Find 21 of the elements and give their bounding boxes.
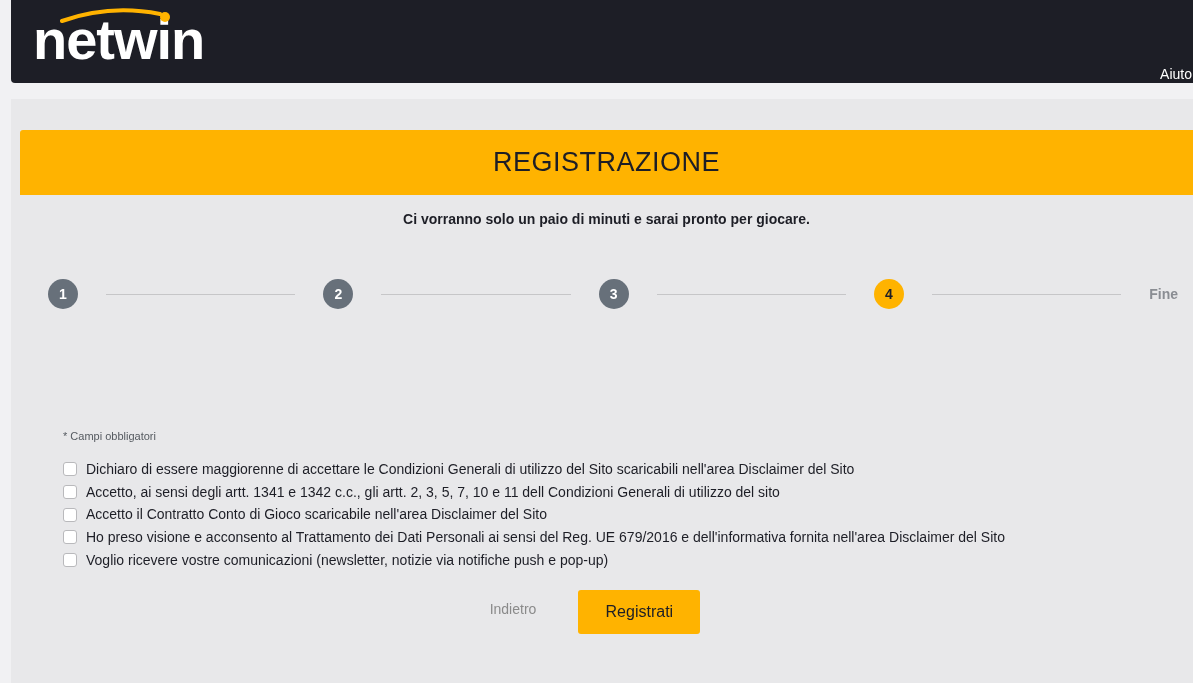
consent-label: Ho preso visione e acconsento al Trattamento dei Dati Personali ai sensi del Reg. UE 679/2016 e dell'informativa fornita nell'area Disclaimer del Sito (86, 527, 1005, 547)
consent-label: Accetto il Contratto Conto di Gioco scaricabile nell'area Disclaimer del Sito (86, 505, 547, 525)
step-label: Fine (1149, 284, 1179, 304)
step-indicator: 4 (873, 279, 904, 309)
page-title: REGISTRAZIONE (493, 146, 720, 180)
logo-wordmark[interactable]: netwin (33, 12, 205, 68)
checkbox[interactable] (63, 553, 77, 568)
required-fields-note: * Campi obbligatori (62, 429, 157, 443)
checkbox[interactable] (63, 462, 77, 477)
consent-label: Voglio ricevere vostre comunicazioni (newsletter, notizie via notifiche push e pop-up) (86, 550, 609, 570)
consent-label: Dichiaro di essere maggiorenne di accettare le Condizioni Generali di utilizzo del Sito scaricabili nell'area Disclaimer del Sito (86, 459, 855, 479)
register-button[interactable]: Registrati (578, 590, 701, 635)
subtitle-text: Ci vorranno solo un paio di minuti e sarai pronto per giocare. (402, 210, 811, 229)
checkbox[interactable] (63, 530, 77, 545)
consent-label: Accetto, ai sensi degli artt. 1341 e 1342 c.c., gli artt. 2, 3, 5, 7, 10 e 11 dell Condizioni Generali di utilizzo del sito (86, 482, 780, 502)
step-indicator: 1 (48, 279, 78, 309)
checkbox[interactable] (63, 485, 77, 500)
checkbox[interactable] (63, 507, 77, 522)
step-indicator: 2 (323, 279, 354, 309)
step-indicator: 3 (598, 279, 629, 309)
help-link[interactable]: Aiuto (1160, 66, 1193, 82)
